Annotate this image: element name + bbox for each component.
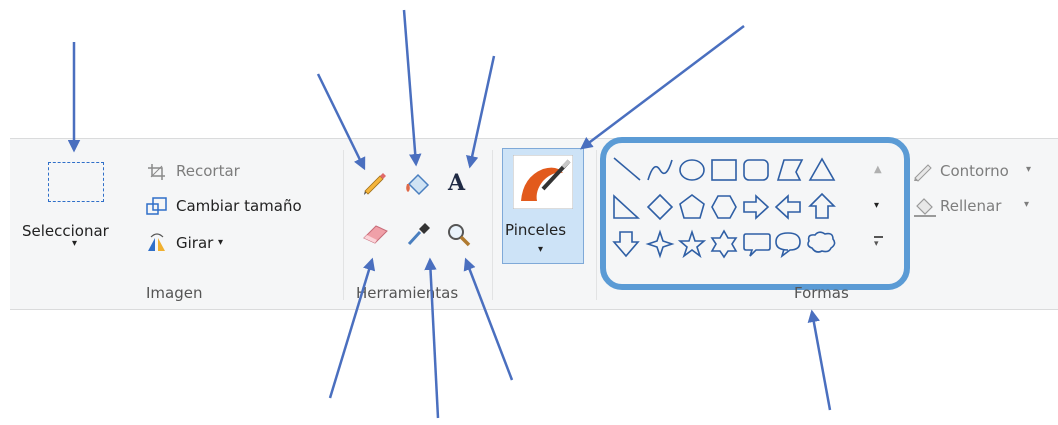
annotation-arrows: [67, 9, 832, 419]
arrow-to-magnifier: [463, 257, 514, 381]
arrow-to-pencil: [316, 73, 366, 171]
arrow-to-shapes: [807, 309, 832, 411]
arrow-to-text: [466, 55, 496, 169]
arrow-to-color-picker: [424, 257, 440, 419]
arrow-to-eraser: [328, 257, 376, 399]
arrow-to-brushes: [580, 25, 745, 150]
arrow-to-fill: [402, 9, 422, 167]
